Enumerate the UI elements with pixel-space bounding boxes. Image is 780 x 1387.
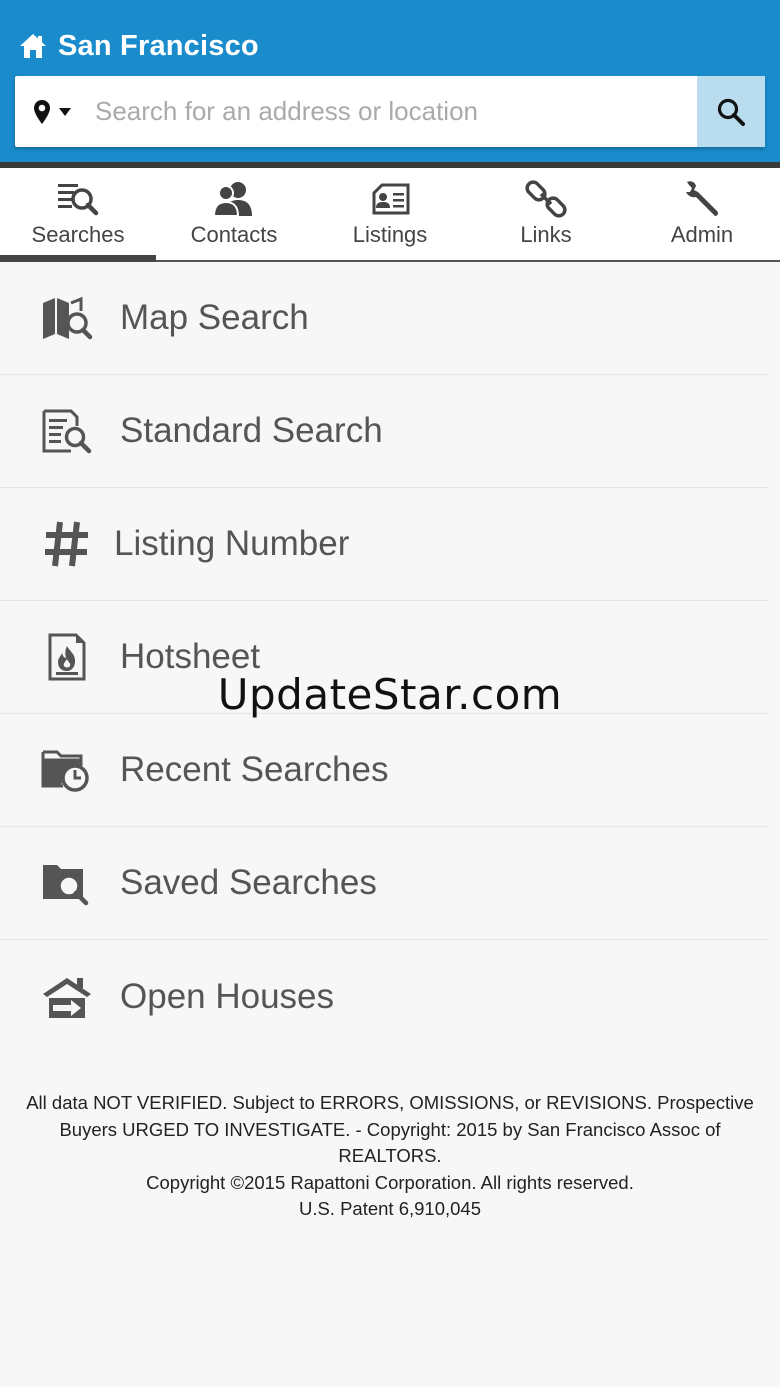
menu-item-listing-number[interactable]: Listing Number bbox=[0, 488, 768, 601]
search-input[interactable] bbox=[91, 76, 697, 147]
tab-admin[interactable]: Admin bbox=[624, 168, 780, 260]
tab-bar: Searches Contacts Listings Links Admin bbox=[0, 168, 780, 262]
listings-icon bbox=[372, 183, 410, 215]
menu-item-map-search[interactable]: Map Search bbox=[0, 262, 768, 375]
house-arrow-icon bbox=[43, 977, 91, 1018]
link-icon bbox=[525, 180, 567, 218]
tab-contacts[interactable]: Contacts bbox=[156, 168, 312, 260]
caret-down-icon bbox=[59, 107, 71, 116]
tab-listings[interactable]: Listings bbox=[312, 168, 468, 260]
tab-label: Contacts bbox=[190, 222, 278, 247]
disclaimer-footer: All data NOT VERIFIED. Subject to ERRORS… bbox=[10, 1090, 770, 1223]
header-title-row[interactable]: San Francisco bbox=[18, 26, 259, 66]
tab-label: Admin bbox=[670, 222, 734, 247]
search-icon bbox=[717, 98, 745, 126]
tab-searches[interactable]: Searches bbox=[0, 168, 156, 262]
tab-links[interactable]: Links bbox=[468, 168, 624, 260]
contacts-icon bbox=[212, 182, 252, 217]
home-icon[interactable] bbox=[18, 31, 48, 61]
menu-item-label: Saved Searches bbox=[120, 863, 377, 902]
tab-label: Searches bbox=[31, 222, 125, 247]
search-bar bbox=[15, 76, 765, 147]
hash-icon bbox=[45, 521, 88, 567]
menu-item-recent-searches[interactable]: Recent Searches bbox=[0, 714, 768, 827]
map-pin-icon bbox=[34, 99, 50, 124]
patent-text: U.S. Patent 6,910,045 bbox=[298, 1198, 482, 1219]
search-menu: Map Search Standard Search Listing Numbe… bbox=[0, 262, 768, 1053]
search-list-icon bbox=[58, 184, 99, 216]
search-button[interactable] bbox=[697, 76, 765, 147]
disclaimer-text: All data NOT VERIFIED. Subject to ERRORS… bbox=[26, 1092, 754, 1166]
menu-item-label: Open Houses bbox=[120, 976, 335, 1016]
map-search-icon bbox=[43, 296, 93, 340]
menu-item-label: Map Search bbox=[120, 298, 309, 337]
watermark: UpdateStar.com bbox=[217, 670, 563, 719]
menu-item-label: Listing Number bbox=[114, 524, 350, 563]
wrench-icon bbox=[686, 181, 719, 216]
menu-item-label: Standard Search bbox=[120, 411, 383, 450]
menu-item-standard-search[interactable]: Standard Search bbox=[0, 375, 768, 488]
app-header: San Francisco bbox=[0, 0, 780, 162]
menu-item-saved-searches[interactable]: Saved Searches bbox=[0, 827, 768, 940]
tab-label: Listings bbox=[352, 222, 428, 247]
folder-search-icon bbox=[43, 865, 89, 906]
location-dropdown[interactable] bbox=[15, 76, 91, 147]
menu-item-open-houses[interactable]: Open Houses bbox=[0, 940, 768, 1053]
folder-clock-icon bbox=[41, 750, 89, 792]
menu-item-label: Recent Searches bbox=[120, 750, 389, 789]
page-title: San Francisco bbox=[58, 29, 259, 62]
copyright-text: Copyright ©2015 Rapattoni Corporation. A… bbox=[146, 1171, 634, 1193]
document-search-icon bbox=[42, 409, 92, 454]
tab-label: Links bbox=[520, 222, 572, 247]
